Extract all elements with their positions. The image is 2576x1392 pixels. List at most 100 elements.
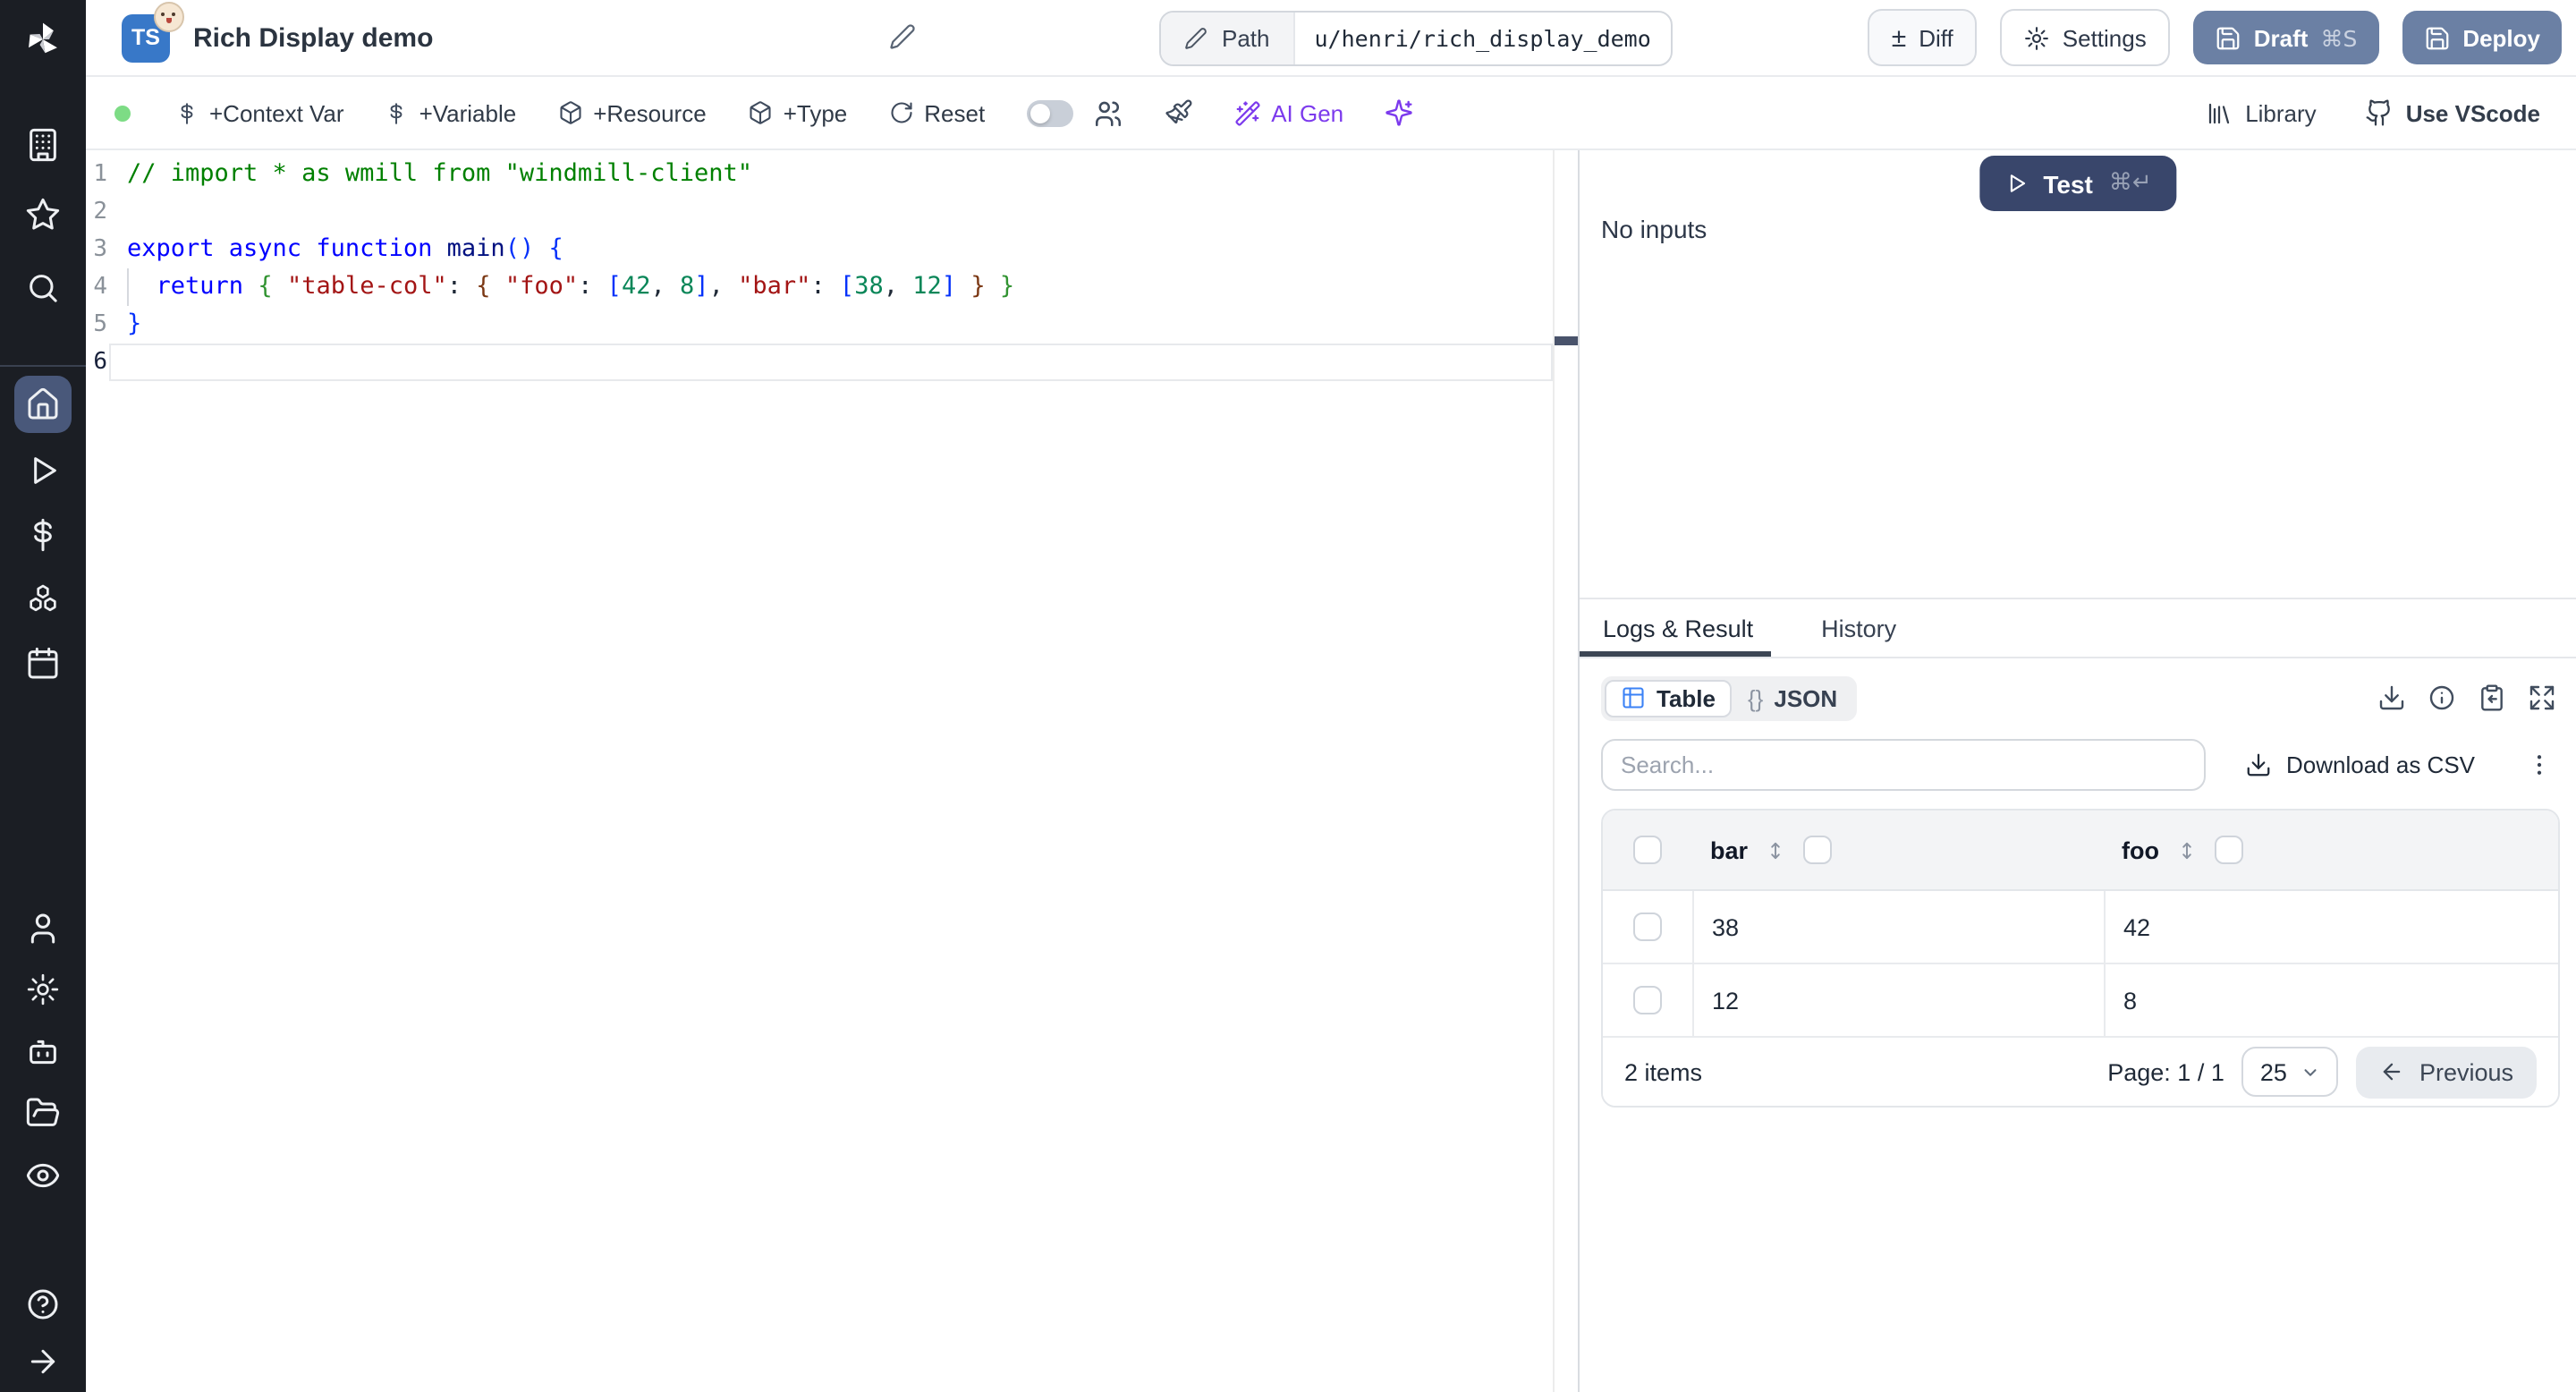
sidebar-item-audit-logs[interactable] [0, 1150, 86, 1201]
reset-button[interactable]: Reset [888, 99, 985, 126]
diff-mode-toggle[interactable] [1026, 99, 1073, 126]
workspace-icon[interactable] [0, 120, 86, 170]
header: TS Rich Display demo Path u/henri/rich_d… [86, 0, 2576, 77]
add-type-button[interactable]: +Type [748, 99, 847, 126]
add-resource-button[interactable]: +Resource [557, 99, 707, 126]
mascot-emoji-badge [154, 1, 184, 31]
line-number: 4 [93, 274, 107, 301]
test-button[interactable]: Test ⌘↵ [1979, 156, 2177, 211]
result-table: bar foo 38 42 12 8 2 items Page: 1 / 1 2… [1601, 809, 2560, 1108]
header-actions: ± Diff Settings Draft ⌘S Deploy [1868, 9, 2576, 66]
main-area: TS Rich Display demo Path u/henri/rich_d… [86, 0, 2576, 1392]
expand-sidebar-icon[interactable] [0, 1337, 86, 1387]
favorites-star-icon[interactable] [0, 190, 86, 240]
settings-button[interactable]: Settings [1999, 9, 2170, 66]
code-line-5: } [127, 310, 142, 338]
more-options-kebab-icon[interactable] [2526, 751, 2553, 778]
result-body: Table {} JSON Search... Download as CSV … [1580, 658, 2576, 1392]
format-brush-icon[interactable] [1164, 98, 1192, 127]
row-checkbox[interactable] [1633, 986, 1662, 1014]
play-icon [2009, 174, 2025, 192]
sidebar-item-folders[interactable] [0, 1088, 86, 1138]
sidebar-item-variables[interactable] [0, 510, 86, 560]
view-table-label: Table [1657, 684, 1716, 711]
search-input[interactable] [1601, 739, 2206, 791]
select-all-cell [1603, 836, 1692, 864]
ai-gen-button[interactable]: AI Gen [1233, 99, 1343, 126]
download-csv-label: Download as CSV [2286, 751, 2475, 778]
path-button[interactable]: Path u/henri/rich_display_demo [1159, 11, 1673, 66]
sidebar-item-resources[interactable] [0, 574, 86, 624]
braces-icon: {} [1748, 684, 1764, 711]
diff-button[interactable]: ± Diff [1868, 9, 1977, 66]
toolbar-right: Library Use VScode [2206, 98, 2547, 127]
tab-logs-result[interactable]: Logs & Result [1603, 615, 1753, 641]
library-label: Library [2245, 99, 2317, 126]
expand-icon[interactable] [2528, 683, 2556, 712]
info-icon[interactable] [2428, 683, 2456, 712]
tab-history[interactable]: History [1821, 615, 1896, 641]
draft-button[interactable]: Draft ⌘S [2192, 11, 2379, 64]
download-csv-button[interactable]: Download as CSV [2245, 751, 2475, 778]
deploy-button[interactable]: Deploy [2402, 11, 2562, 64]
row-select-cell [1603, 912, 1692, 941]
view-json-option[interactable]: {} JSON [1732, 679, 1853, 717]
table-icon [1623, 687, 1644, 709]
column-toggle-checkbox[interactable] [1803, 836, 1833, 864]
windmill-logo-icon[interactable] [0, 14, 86, 64]
add-variable-label: +Variable [419, 99, 517, 126]
edit-path-pencil-icon [1185, 28, 1207, 49]
download-icon [2247, 753, 2270, 777]
sidebar-item-workers[interactable] [0, 1027, 86, 1077]
line-number: 5 [93, 311, 107, 338]
add-variable-button[interactable]: +Variable [386, 99, 517, 126]
view-table-option[interactable]: Table [1605, 679, 1732, 717]
line-number: 3 [93, 236, 107, 263]
column-label: foo [2122, 836, 2159, 863]
column-header-foo[interactable]: foo [2104, 836, 2558, 864]
diff-mode-group [1026, 98, 1123, 128]
sort-icon[interactable] [2175, 838, 2199, 862]
table-header-row: bar foo [1603, 811, 2558, 891]
result-actions [2377, 683, 2560, 712]
save-icon [2425, 26, 2448, 49]
active-tab-underline [1580, 651, 1771, 657]
library-button[interactable]: Library [2206, 99, 2317, 126]
content: 1 2 3 4 5 6 // import * as wmill from "w… [86, 150, 2576, 1392]
add-context-var-button[interactable]: +Context Var [175, 99, 344, 126]
search-icon[interactable] [0, 263, 86, 313]
download-icon[interactable] [2377, 683, 2406, 712]
use-vscode-button[interactable]: Use VScode [2365, 98, 2540, 127]
edit-title-pencil-icon[interactable] [889, 23, 916, 50]
arrow-left-icon [2384, 1063, 2402, 1081]
table-footer: 2 items Page: 1 / 1 25 Previous [1603, 1038, 2558, 1106]
sidebar-item-users[interactable] [0, 904, 86, 954]
page-size-select[interactable]: 25 [2241, 1047, 2339, 1097]
previous-page-button[interactable]: Previous [2356, 1046, 2537, 1098]
row-checkbox[interactable] [1633, 912, 1662, 941]
sparkles-icon[interactable] [1385, 98, 1413, 127]
code-line-1: // import * as wmill from "windmill-clie… [127, 159, 752, 188]
column-header-bar[interactable]: bar [1692, 836, 2104, 864]
copy-clipboard-icon[interactable] [2478, 683, 2506, 712]
draft-button-label: Draft [2253, 24, 2309, 51]
result-tabs: Logs & Result History [1580, 599, 2576, 658]
sort-icon[interactable] [1764, 838, 1787, 862]
code-editor[interactable]: 1 2 3 4 5 6 // import * as wmill from "w… [86, 150, 1578, 1392]
page-title: Rich Display demo [193, 22, 434, 53]
add-context-var-label: +Context Var [209, 99, 344, 126]
sidebar-item-settings[interactable] [0, 964, 86, 1014]
line-number-gutter[interactable]: 1 2 3 4 5 6 [86, 156, 107, 381]
select-all-checkbox[interactable] [1633, 836, 1662, 864]
previous-label: Previous [2419, 1058, 2513, 1085]
reset-icon [890, 102, 911, 123]
column-toggle-checkbox[interactable] [2215, 836, 2243, 864]
dollar-icon [181, 102, 193, 123]
help-icon[interactable] [0, 1279, 86, 1329]
sidebar-item-schedules[interactable] [0, 639, 86, 689]
sidebar-item-runs[interactable] [0, 446, 86, 496]
draft-shortcut: ⌘S [2320, 24, 2358, 51]
sidebar-item-home[interactable] [14, 376, 72, 433]
sidebar [0, 0, 86, 1392]
users-icon[interactable] [1092, 98, 1123, 128]
